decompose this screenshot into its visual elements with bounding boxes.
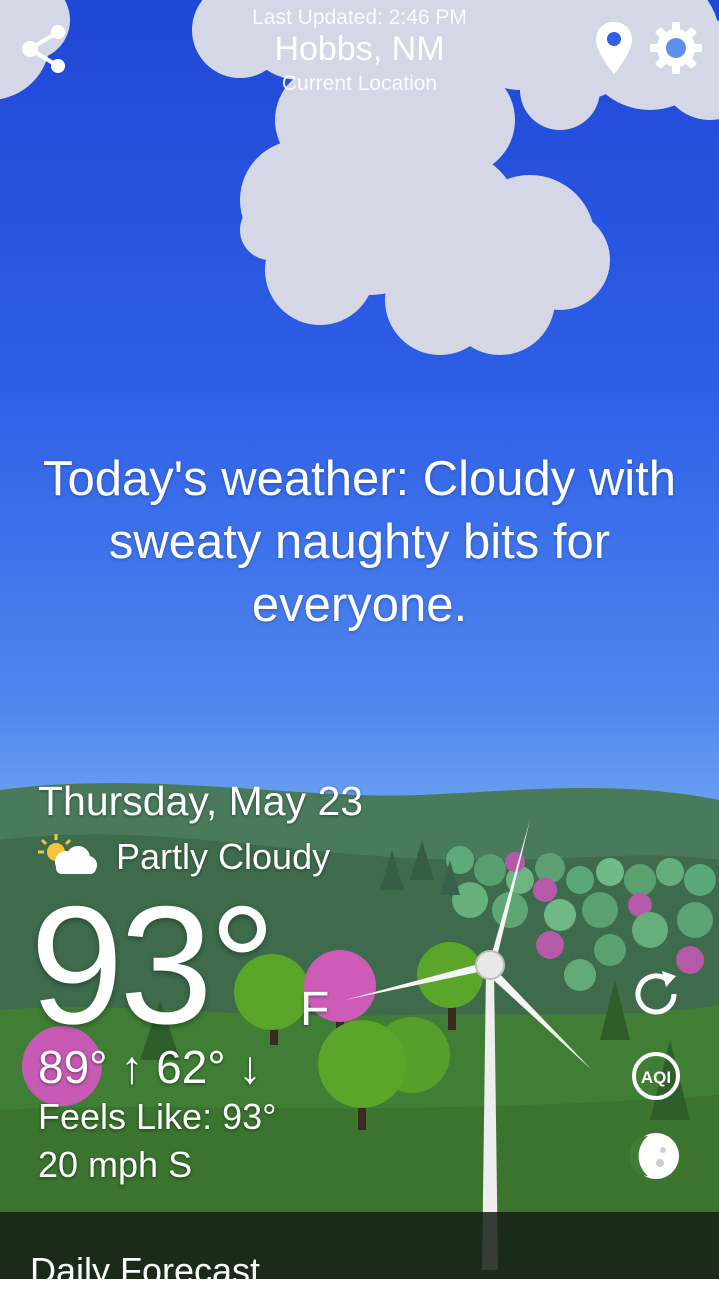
aqi-icon[interactable]: AQI — [630, 1050, 682, 1102]
temperature-unit[interactable]: F — [300, 982, 329, 1037]
weather-message: Today's weather: Cloudy with sweaty naug… — [42, 452, 677, 632]
gear-icon[interactable] — [648, 20, 704, 76]
high-low-temperature: 89° ↑ 62° ↓ — [38, 1041, 262, 1093]
location-pin-icon[interactable] — [594, 20, 634, 76]
header: Last Updated: 2:46 PM Hobbs, NM Current … — [0, 0, 719, 100]
current-date: Thursday, May 23 — [38, 778, 364, 824]
aqi-label: AQI — [641, 1068, 671, 1087]
current-temperature: 93° — [30, 871, 276, 1059]
daily-forecast-title[interactable]: Daily Forecast — [30, 1250, 260, 1292]
refresh-icon[interactable] — [630, 968, 682, 1020]
moon-phase-icon[interactable] — [628, 1130, 682, 1182]
feels-like-text: Feels Like: 93° — [38, 1096, 277, 1137]
share-icon[interactable] — [18, 22, 72, 76]
wind-text: 20 mph S — [38, 1144, 193, 1185]
